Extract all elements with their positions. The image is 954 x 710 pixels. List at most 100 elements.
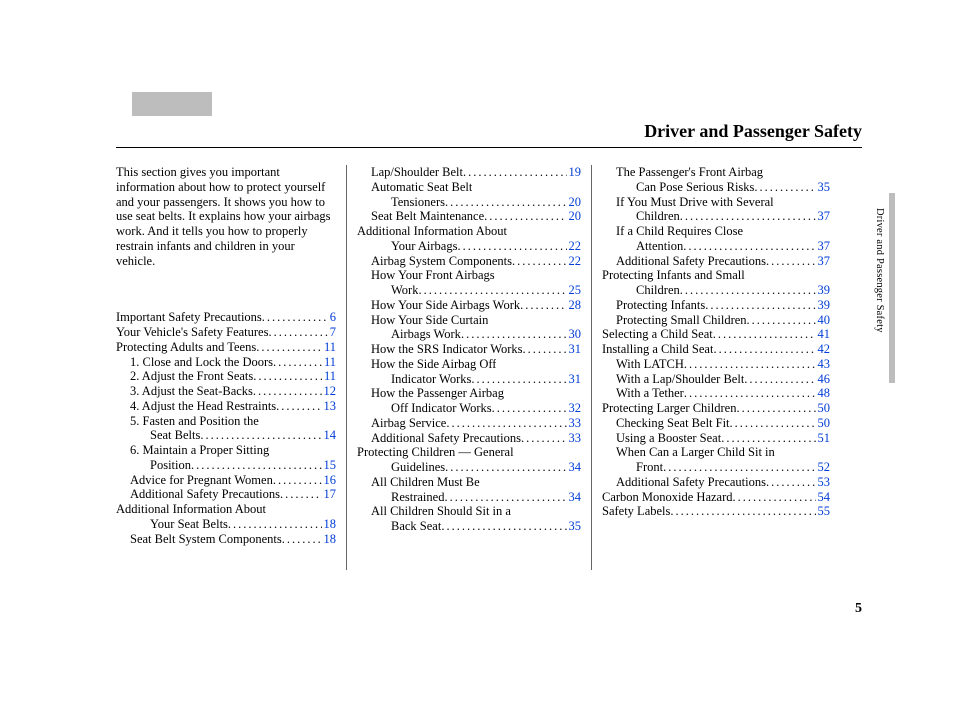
toc-page-link[interactable]: 22 xyxy=(567,254,582,269)
toc-label: How Your Side Curtain xyxy=(371,313,488,328)
toc-entry[interactable]: Protecting Larger Children50 xyxy=(602,401,830,416)
toc-entry: Additional Information About xyxy=(357,224,581,239)
toc-entry[interactable]: Children37 xyxy=(602,209,830,224)
toc-page-link[interactable]: 51 xyxy=(816,431,831,446)
toc-page-link[interactable]: 14 xyxy=(322,428,337,443)
toc-entry[interactable]: Carbon Monoxide Hazard54 xyxy=(602,490,830,505)
toc-entry[interactable]: Additional Safety Precautions33 xyxy=(357,431,581,446)
toc-entry[interactable]: Installing a Child Seat42 xyxy=(602,342,830,357)
toc-page-link[interactable]: 37 xyxy=(816,239,831,254)
toc-entry[interactable]: With LATCH43 xyxy=(602,357,830,372)
toc-page-link[interactable]: 33 xyxy=(567,431,582,446)
toc-page-link[interactable]: 11 xyxy=(322,355,336,370)
toc-page-link[interactable]: 18 xyxy=(322,517,337,532)
toc-page-link[interactable]: 11 xyxy=(322,369,336,384)
toc-entry[interactable]: Attention37 xyxy=(602,239,830,254)
toc-entry[interactable]: Your Seat Belts18 xyxy=(116,517,336,532)
toc-page-link[interactable]: 35 xyxy=(567,519,582,534)
toc-page-link[interactable]: 42 xyxy=(816,342,831,357)
toc-page-link[interactable]: 11 xyxy=(322,340,336,355)
toc-page-link[interactable]: 54 xyxy=(816,490,831,505)
toc-entry[interactable]: Work25 xyxy=(357,283,581,298)
toc-entry[interactable]: Can Pose Serious Risks35 xyxy=(602,180,830,195)
toc-entry[interactable]: Important Safety Precautions6 xyxy=(116,310,336,325)
toc-entry[interactable]: How Your Side Airbags Work28 xyxy=(357,298,581,313)
toc-entry[interactable]: Front52 xyxy=(602,460,830,475)
toc-entry: Additional Information About xyxy=(116,502,336,517)
toc-entry[interactable]: Guidelines34 xyxy=(357,460,581,475)
toc-entry[interactable]: With a Tether48 xyxy=(602,386,830,401)
toc-page-link[interactable]: 22 xyxy=(567,239,582,254)
toc-page-link[interactable]: 40 xyxy=(816,313,831,328)
toc-page-link[interactable]: 37 xyxy=(816,209,831,224)
toc-page-link[interactable]: 12 xyxy=(322,384,337,399)
toc-page-link[interactable]: 28 xyxy=(567,298,582,313)
toc-list-3: The Passenger's Front AirbagCan Pose Ser… xyxy=(602,165,830,519)
toc-entry[interactable]: Lap/Shoulder Belt19 xyxy=(357,165,581,180)
toc-page-link[interactable]: 50 xyxy=(816,416,831,431)
toc-page-link[interactable]: 25 xyxy=(567,283,582,298)
toc-page-link[interactable]: 50 xyxy=(816,401,831,416)
toc-entry[interactable]: Using a Booster Seat51 xyxy=(602,431,830,446)
toc-entry[interactable]: Advice for Pregnant Women16 xyxy=(116,473,336,488)
toc-entry[interactable]: Airbag System Components22 xyxy=(357,254,581,269)
toc-page-link[interactable]: 34 xyxy=(567,460,582,475)
toc-entry[interactable]: With a Lap/Shoulder Belt46 xyxy=(602,372,830,387)
toc-entry[interactable]: Airbags Work30 xyxy=(357,327,581,342)
toc-page-link[interactable]: 18 xyxy=(322,532,337,547)
toc-entry[interactable]: Protecting Infants39 xyxy=(602,298,830,313)
toc-page-link[interactable]: 53 xyxy=(816,475,831,490)
toc-page-link[interactable]: 31 xyxy=(567,372,582,387)
toc-page-link[interactable]: 55 xyxy=(816,504,831,519)
toc-page-link[interactable]: 33 xyxy=(567,416,582,431)
toc-page-link[interactable]: 35 xyxy=(816,180,831,195)
toc-entry[interactable]: Back Seat35 xyxy=(357,519,581,534)
toc-page-link[interactable]: 17 xyxy=(322,487,337,502)
toc-entry[interactable]: Selecting a Child Seat41 xyxy=(602,327,830,342)
toc-page-link[interactable]: 46 xyxy=(816,372,831,387)
toc-entry[interactable]: How the SRS Indicator Works31 xyxy=(357,342,581,357)
toc-entry[interactable]: Your Airbags22 xyxy=(357,239,581,254)
toc-page-link[interactable]: 30 xyxy=(567,327,582,342)
toc-page-link[interactable]: 16 xyxy=(322,473,337,488)
toc-entry[interactable]: Seat Belts14 xyxy=(116,428,336,443)
toc-page-link[interactable]: 6 xyxy=(328,310,336,325)
toc-page-link[interactable]: 13 xyxy=(322,399,337,414)
toc-entry[interactable]: Indicator Works31 xyxy=(357,372,581,387)
toc-entry[interactable]: 1. Close and Lock the Doors11 xyxy=(116,355,336,370)
toc-entry[interactable]: Seat Belt Maintenance20 xyxy=(357,209,581,224)
toc-page-link[interactable]: 19 xyxy=(567,165,582,180)
toc-page-link[interactable]: 20 xyxy=(567,209,582,224)
toc-page-link[interactable]: 34 xyxy=(567,490,582,505)
toc-entry[interactable]: 3. Adjust the Seat-Backs12 xyxy=(116,384,336,399)
toc-entry[interactable]: Position15 xyxy=(116,458,336,473)
toc-page-link[interactable]: 32 xyxy=(567,401,582,416)
toc-page-link[interactable]: 15 xyxy=(322,458,337,473)
toc-entry[interactable]: Additional Safety Precautions37 xyxy=(602,254,830,269)
toc-entry[interactable]: Your Vehicle's Safety Features7 xyxy=(116,325,336,340)
toc-entry[interactable]: Additional Safety Precautions53 xyxy=(602,475,830,490)
toc-entry[interactable]: Safety Labels55 xyxy=(602,504,830,519)
toc-entry[interactable]: Off Indicator Works32 xyxy=(357,401,581,416)
toc-entry[interactable]: 2. Adjust the Front Seats11 xyxy=(116,369,336,384)
toc-page-link[interactable]: 52 xyxy=(816,460,831,475)
toc-entry[interactable]: Airbag Service33 xyxy=(357,416,581,431)
toc-page-link[interactable]: 37 xyxy=(816,254,831,269)
toc-page-link[interactable]: 43 xyxy=(816,357,831,372)
toc-page-link[interactable]: 31 xyxy=(567,342,582,357)
toc-page-link[interactable]: 41 xyxy=(816,327,831,342)
toc-entry[interactable]: Restrained34 xyxy=(357,490,581,505)
toc-entry[interactable]: Protecting Adults and Teens11 xyxy=(116,340,336,355)
toc-entry[interactable]: Checking Seat Belt Fit50 xyxy=(602,416,830,431)
toc-page-link[interactable]: 48 xyxy=(816,386,831,401)
toc-entry[interactable]: Seat Belt System Components18 xyxy=(116,532,336,547)
toc-page-link[interactable]: 39 xyxy=(816,298,831,313)
toc-entry[interactable]: 4. Adjust the Head Restraints13 xyxy=(116,399,336,414)
toc-entry[interactable]: Tensioners20 xyxy=(357,195,581,210)
toc-page-link[interactable]: 20 xyxy=(567,195,582,210)
toc-page-link[interactable]: 7 xyxy=(328,325,336,340)
toc-entry[interactable]: Additional Safety Precautions17 xyxy=(116,487,336,502)
toc-entry[interactable]: Children39 xyxy=(602,283,830,298)
toc-page-link[interactable]: 39 xyxy=(816,283,831,298)
toc-entry[interactable]: Protecting Small Children40 xyxy=(602,313,830,328)
